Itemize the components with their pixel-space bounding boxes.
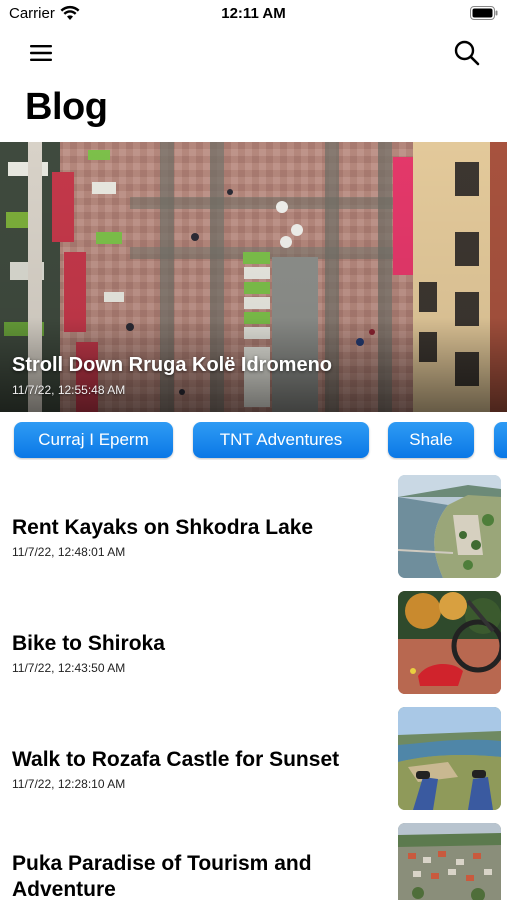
status-time: 12:11 AM bbox=[221, 5, 286, 22]
post-thumbnail bbox=[398, 707, 501, 810]
post-list-item[interactable]: Rent Kayaks on Shkodra Lake 11/7/22, 12:… bbox=[0, 475, 507, 581]
category-chip-curraj-i-eperm[interactable]: Curraj I Eperm bbox=[14, 422, 173, 458]
post-date: 11/7/22, 12:43:50 AM bbox=[12, 661, 126, 675]
category-chip-tnt-adventures[interactable]: TNT Adventures bbox=[193, 422, 369, 458]
post-thumbnail bbox=[398, 475, 501, 578]
lake-photo bbox=[398, 475, 501, 578]
category-chip-partial[interactable] bbox=[494, 422, 507, 458]
featured-post-card[interactable]: Stroll Down Rruga Kolë Idromeno 11/7/22,… bbox=[0, 142, 507, 412]
status-bar: Carrier 12:11 AM bbox=[0, 0, 507, 28]
castle-view-photo bbox=[398, 707, 501, 810]
post-title: Puka Paradise of Tourism and Adventure bbox=[12, 852, 312, 900]
navigation-bar bbox=[0, 36, 507, 70]
post-date: 11/7/22, 12:28:10 AM bbox=[12, 777, 126, 791]
bike-photo bbox=[398, 591, 501, 694]
post-title: Rent Kayaks on Shkodra Lake bbox=[12, 516, 314, 539]
featured-post-date: 11/7/22, 12:55:48 AM bbox=[12, 383, 126, 397]
post-list-item[interactable]: Puka Paradise of Tourism and Adventure bbox=[0, 823, 507, 900]
post-list-item[interactable]: Bike to Shiroka 11/7/22, 12:43:50 AM bbox=[0, 591, 507, 697]
search-icon[interactable] bbox=[453, 39, 481, 67]
category-scroller[interactable]: Curraj I Eperm TNT Adventures Shale bbox=[0, 422, 507, 460]
post-title: Bike to Shiroka bbox=[12, 632, 165, 655]
post-thumbnail bbox=[398, 591, 501, 694]
post-list-item[interactable]: Walk to Rozafa Castle for Sunset 11/7/22… bbox=[0, 707, 507, 813]
hamburger-menu-icon[interactable] bbox=[28, 42, 54, 64]
featured-post-title: Stroll Down Rruga Kolë Idromeno bbox=[12, 354, 333, 376]
page-title: Blog bbox=[25, 86, 108, 128]
town-aerial-photo bbox=[398, 823, 501, 900]
post-thumbnail bbox=[398, 823, 501, 900]
post-date: 11/7/22, 12:48:01 AM bbox=[12, 545, 126, 559]
post-title: Walk to Rozafa Castle for Sunset bbox=[12, 748, 340, 771]
category-chip-shale[interactable]: Shale bbox=[388, 422, 474, 458]
battery-icon bbox=[470, 6, 498, 20]
